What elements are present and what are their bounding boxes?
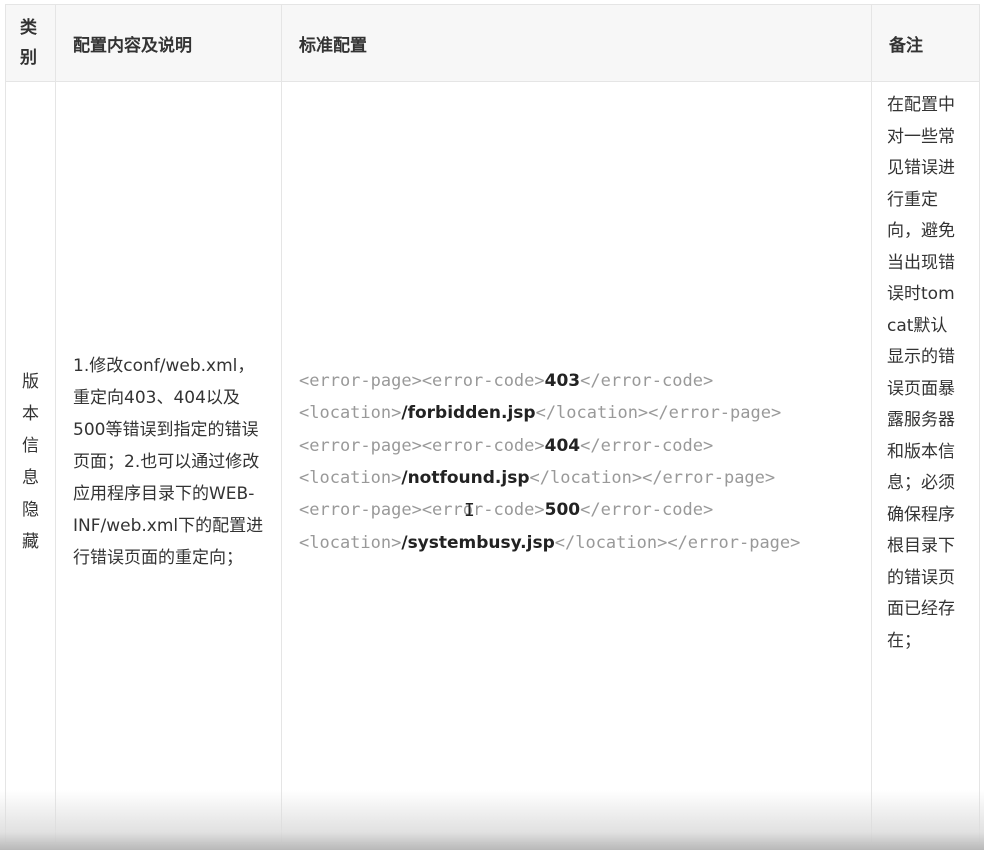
table-header-row: 类别 配置内容及说明 标准配置 备注	[5, 4, 980, 82]
table-row: 版本信息隐藏 1.修改conf/web.xml，重定向403、404以及500等…	[5, 81, 980, 843]
code-line: <location>/forbidden.jsp</location></err…	[299, 403, 782, 424]
category-cell: 版本信息隐藏	[5, 81, 56, 843]
code-block: <error-page><error-code>403</error-code>…	[282, 365, 871, 559]
code-line: <error-page><error-code>404</error-code>	[299, 435, 714, 456]
code-line: <error-page><error-code>500</error-code>	[299, 500, 714, 521]
header-note: 备注	[871, 4, 980, 82]
header-standard-config: 标准配置	[281, 4, 872, 82]
description-text: 1.修改conf/web.xml，重定向403、404以及500等错误到指定的错…	[73, 356, 264, 568]
config-table: 类别 配置内容及说明 标准配置 备注 版本信息隐藏 1.修改conf/web.x…	[5, 4, 980, 843]
code-line: <location>/notfound.jsp</location></erro…	[299, 468, 776, 488]
standard-config-cell: <error-page><error-code>403</error-code>…	[281, 81, 872, 843]
code-line: <error-page><error-code>403</error-code>	[299, 370, 714, 391]
code-line: <location>/systembusy.jsp</location></er…	[299, 532, 801, 553]
note-cell: 在配置中对一些常见错误进行重定向，避免当出现错误时tomcat默认显示的错误页面…	[871, 81, 980, 843]
text-cursor-icon: I	[464, 500, 475, 521]
description-cell: 1.修改conf/web.xml，重定向403、404以及500等错误到指定的错…	[55, 81, 282, 843]
header-description: 配置内容及说明	[55, 4, 282, 82]
category-text: 版本信息隐藏	[22, 372, 39, 552]
note-text: 在配置中对一些常见错误进行重定向，避免当出现错误时tomcat默认显示的错误页面…	[887, 95, 955, 651]
header-category: 类别	[5, 4, 56, 82]
